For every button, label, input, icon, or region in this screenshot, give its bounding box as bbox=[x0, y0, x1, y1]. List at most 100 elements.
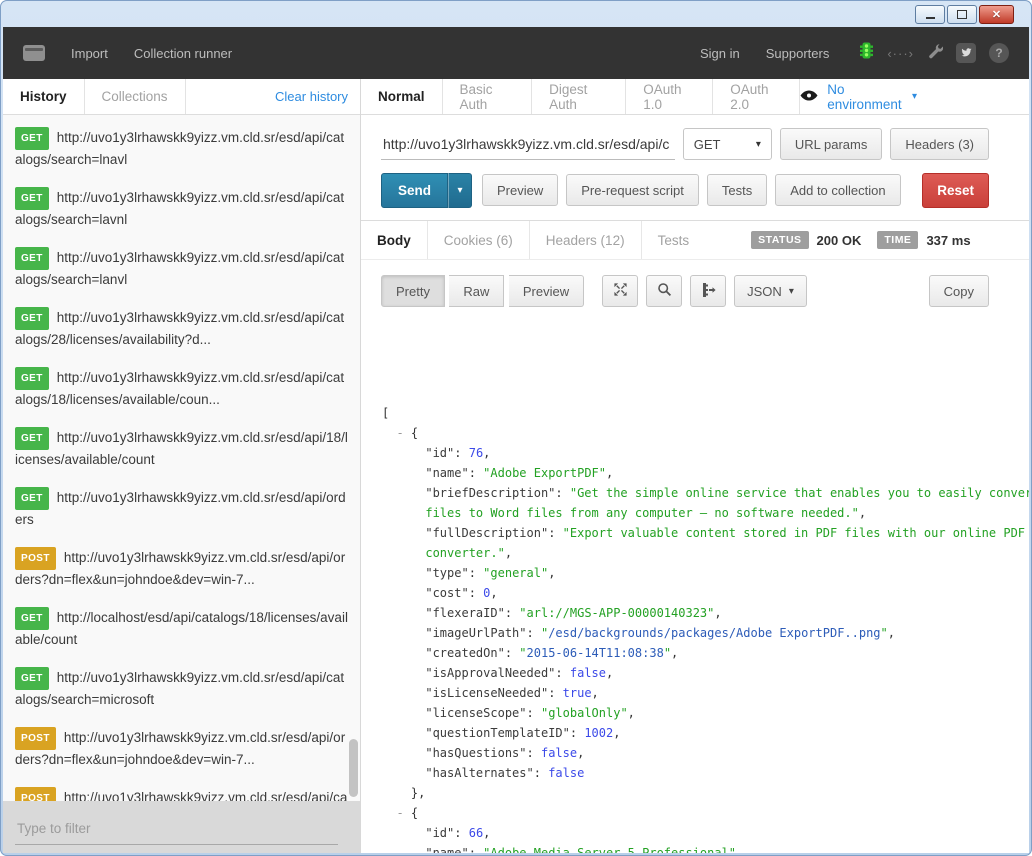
format-value: JSON bbox=[747, 284, 782, 299]
history-item[interactable]: POSThttp://uvo1y3lrhawskk9yizz.vm.cld.sr… bbox=[3, 778, 360, 801]
collection-runner-button[interactable]: Collection runner bbox=[134, 46, 232, 61]
collections-drawer-icon[interactable] bbox=[23, 45, 45, 61]
history-item[interactable]: GEThttp://uvo1y3lrhawskk9yizz.vm.cld.sr/… bbox=[3, 298, 360, 358]
url-row: GET ▾ URL params Headers (3) bbox=[361, 127, 1029, 161]
wrench-icon[interactable] bbox=[927, 43, 943, 64]
history-item[interactable]: GEThttp://uvo1y3lrhawskk9yizz.vm.cld.sr/… bbox=[3, 478, 360, 538]
history-item[interactable]: GEThttp://uvo1y3lrhawskk9yizz.vm.cld.sr/… bbox=[3, 178, 360, 238]
headers-button[interactable]: Headers (3) bbox=[890, 128, 989, 160]
tab-oauth1[interactable]: OAuth 1.0 bbox=[626, 79, 713, 114]
response-tabs: Body Cookies (6) Headers (12) Tests STAT… bbox=[361, 221, 1029, 260]
method-badge: GET bbox=[15, 367, 49, 390]
sidebar-scrollbar[interactable] bbox=[349, 739, 358, 797]
history-item[interactable]: POSThttp://uvo1y3lrhawskk9yizz.vm.cld.sr… bbox=[3, 718, 360, 778]
code-line: [ bbox=[382, 403, 1029, 423]
method-badge: POST bbox=[15, 727, 56, 750]
time-value: 337 ms bbox=[926, 233, 970, 248]
method-badge: GET bbox=[15, 127, 49, 150]
send-button[interactable]: Send bbox=[381, 173, 448, 208]
view-switch: Pretty Raw Preview bbox=[381, 275, 584, 307]
tab-normal[interactable]: Normal bbox=[361, 79, 443, 114]
history-item[interactable]: GEThttp://uvo1y3lrhawskk9yizz.vm.cld.sr/… bbox=[3, 658, 360, 718]
sidebar: History Collections Clear history GEThtt… bbox=[3, 79, 361, 853]
history-item[interactable]: GEThttp://localhost/esd/api/catalogs/18/… bbox=[3, 598, 360, 658]
method-badge: GET bbox=[15, 247, 49, 270]
supporters-button[interactable]: Supporters bbox=[766, 46, 830, 61]
code-icon[interactable]: ‹···› bbox=[887, 46, 914, 61]
tests-button[interactable]: Tests bbox=[707, 174, 767, 206]
search-icon bbox=[657, 282, 672, 300]
restore-button[interactable] bbox=[947, 5, 977, 24]
expand-icon bbox=[613, 282, 628, 300]
tab-history[interactable]: History bbox=[3, 79, 85, 114]
history-url: http://uvo1y3lrhawskk9yizz.vm.cld.sr/esd… bbox=[15, 310, 344, 347]
app-content: Import Collection runner Sign in Support… bbox=[3, 27, 1029, 853]
history-url: http://uvo1y3lrhawskk9yizz.vm.cld.sr/esd… bbox=[15, 130, 344, 167]
history-item[interactable]: GEThttp://uvo1y3lrhawskk9yizz.vm.cld.sr/… bbox=[3, 358, 360, 418]
method-badge: GET bbox=[15, 427, 49, 450]
status-area: STATUS 200 OK TIME 337 ms bbox=[751, 221, 978, 259]
preview-button[interactable]: Preview bbox=[482, 174, 558, 206]
reset-button[interactable]: Reset bbox=[922, 173, 989, 208]
tab-resp-tests[interactable]: Tests bbox=[642, 221, 706, 259]
app-window: ✕ Import Collection runner Sign in Suppo… bbox=[0, 0, 1032, 856]
code-line: "isLicenseNeeded": true, bbox=[382, 683, 1029, 703]
code-line: converter.", bbox=[382, 543, 1029, 563]
response-body[interactable]: [ - { "id": 76, "name": "Adobe ExportPDF… bbox=[361, 393, 1029, 853]
twitter-icon[interactable] bbox=[956, 43, 976, 63]
code-line: - { bbox=[382, 423, 1029, 443]
tab-digest-auth[interactable]: Digest Auth bbox=[532, 79, 626, 114]
history-url: http://uvo1y3lrhawskk9yizz.vm.cld.sr/esd… bbox=[15, 490, 346, 527]
raw-button[interactable]: Raw bbox=[449, 275, 504, 307]
copy-button[interactable]: Copy bbox=[929, 275, 989, 307]
tab-cookies[interactable]: Cookies (6) bbox=[428, 221, 530, 259]
method-select[interactable]: GET ▾ bbox=[683, 128, 772, 160]
tab-body[interactable]: Body bbox=[361, 221, 428, 259]
code-line: "imageUrlPath": "/esd/backgrounds/packag… bbox=[382, 623, 1029, 643]
method-badge: GET bbox=[15, 187, 49, 210]
prerequest-script-button[interactable]: Pre-request script bbox=[566, 174, 699, 206]
search-button[interactable] bbox=[646, 275, 682, 307]
minimize-button[interactable] bbox=[915, 5, 945, 24]
filter-input[interactable] bbox=[15, 812, 338, 845]
code-line: "type": "general", bbox=[382, 563, 1029, 583]
chevron-down-icon: ▾ bbox=[912, 91, 917, 102]
url-input[interactable] bbox=[381, 129, 675, 160]
method-value: GET bbox=[694, 137, 721, 152]
import-button[interactable]: Import bbox=[71, 46, 108, 61]
help-icon[interactable]: ? bbox=[989, 43, 1009, 63]
tab-resp-headers[interactable]: Headers (12) bbox=[530, 221, 642, 259]
send-options-button[interactable]: ▾ bbox=[448, 173, 472, 208]
history-item[interactable]: POSThttp://uvo1y3lrhawskk9yizz.vm.cld.sr… bbox=[3, 538, 360, 598]
sign-in-button[interactable]: Sign in bbox=[700, 46, 740, 61]
environment-selector[interactable]: No environment ▾ bbox=[800, 79, 917, 114]
tab-collections[interactable]: Collections bbox=[85, 79, 186, 114]
close-button[interactable]: ✕ bbox=[979, 5, 1014, 24]
format-select[interactable]: JSON ▾ bbox=[734, 275, 807, 307]
history-url: http://uvo1y3lrhawskk9yizz.vm.cld.sr/esd… bbox=[15, 790, 347, 801]
pretty-button[interactable]: Pretty bbox=[381, 275, 445, 307]
history-item[interactable]: GEThttp://uvo1y3lrhawskk9yizz.vm.cld.sr/… bbox=[3, 238, 360, 298]
url-params-button[interactable]: URL params bbox=[780, 128, 882, 160]
code-line: files to Word files from any computer – … bbox=[382, 503, 1029, 523]
history-item[interactable]: GEThttp://uvo1y3lrhawskk9yizz.vm.cld.sr/… bbox=[3, 418, 360, 478]
code-line: "questionTemplateID": 1002, bbox=[382, 723, 1029, 743]
filter-bar bbox=[3, 801, 360, 853]
add-to-collection-button[interactable]: Add to collection bbox=[775, 174, 900, 206]
minimize-icon bbox=[926, 17, 935, 19]
sidebar-tabs: History Collections Clear history bbox=[3, 79, 360, 115]
expand-button[interactable] bbox=[602, 275, 638, 307]
clear-history-link[interactable]: Clear history bbox=[275, 79, 360, 114]
history-url: http://uvo1y3lrhawskk9yizz.vm.cld.sr/esd… bbox=[15, 550, 345, 587]
traffic-light-icon[interactable] bbox=[859, 42, 874, 65]
code-line: - { bbox=[382, 803, 1029, 823]
history-url: http://localhost/esd/api/catalogs/18/lic… bbox=[15, 610, 348, 647]
action-row: Send ▾ Preview Pre-request script Tests … bbox=[361, 173, 1029, 207]
preview-view-button[interactable]: Preview bbox=[509, 275, 584, 307]
history-item[interactable]: GEThttp://uvo1y3lrhawskk9yizz.vm.cld.sr/… bbox=[3, 118, 360, 178]
format-button[interactable] bbox=[690, 275, 726, 307]
tab-oauth2[interactable]: OAuth 2.0 bbox=[713, 79, 800, 114]
chevron-down-icon: ▾ bbox=[756, 139, 761, 150]
method-badge: GET bbox=[15, 487, 49, 510]
tab-basic-auth[interactable]: Basic Auth bbox=[443, 79, 533, 114]
